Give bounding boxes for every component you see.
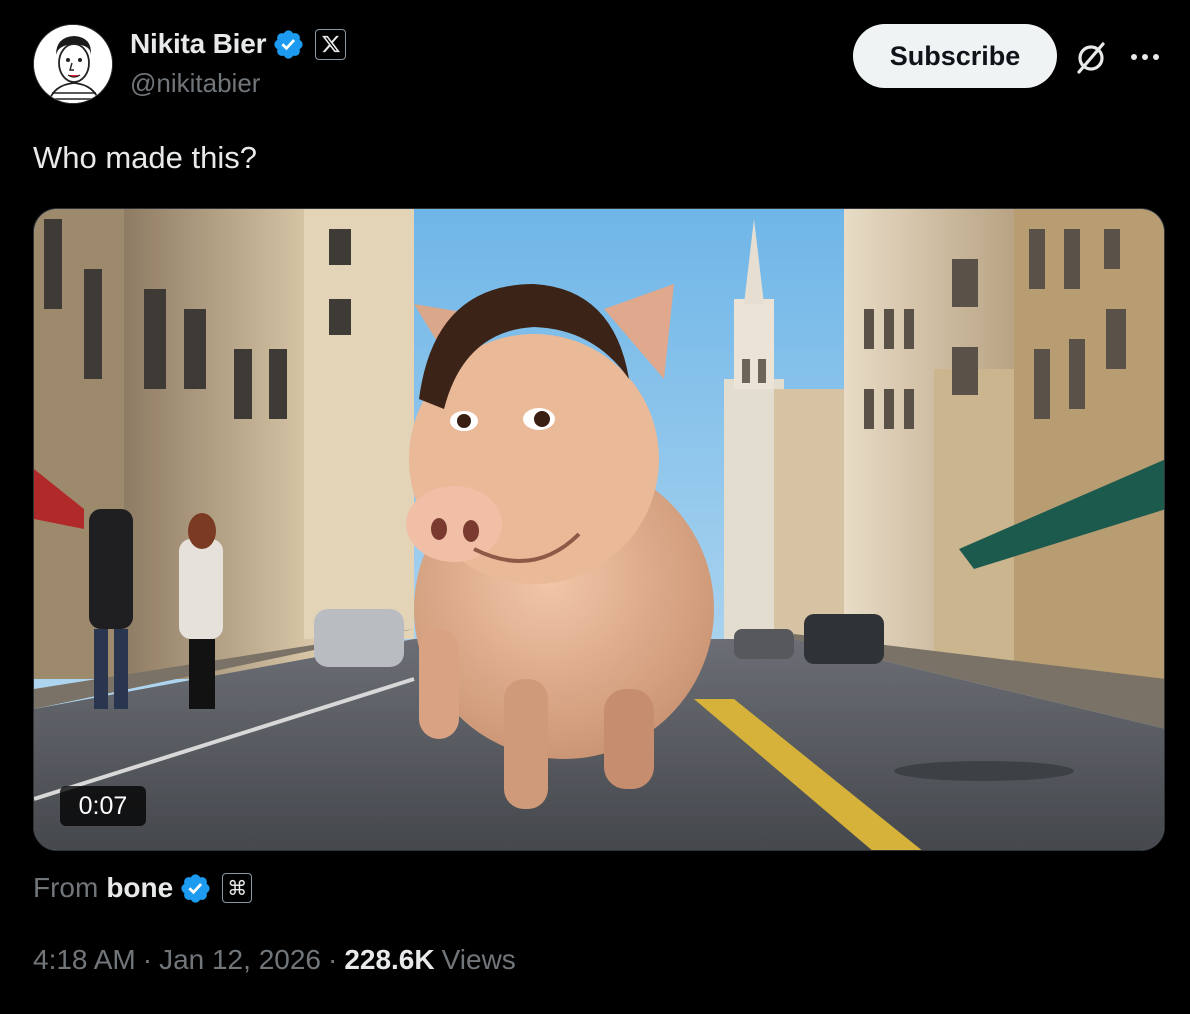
tweet-meta: 4:18 AM · Jan 12, 2026 · 228.6K Views xyxy=(33,944,516,976)
verified-badge-icon[interactable] xyxy=(179,872,212,905)
tweet-date[interactable]: Jan 12, 2026 xyxy=(159,944,321,976)
video-thumbnail xyxy=(34,209,1164,850)
source-name[interactable]: bone xyxy=(106,872,173,904)
more-icon[interactable] xyxy=(1128,42,1162,72)
author-handle[interactable]: @nikitabier xyxy=(130,68,346,99)
source-attribution: From bone ⌘ xyxy=(33,868,253,908)
video-duration: 0:07 xyxy=(60,786,146,826)
views-count[interactable]: 228.6K xyxy=(344,944,434,976)
grok-icon[interactable] xyxy=(1073,40,1109,76)
tweet: Nikita Bier @nikitabier Subscribe Who ma… xyxy=(0,0,1190,1014)
more-dots-glyph xyxy=(1131,54,1159,60)
tweet-time[interactable]: 4:18 AM xyxy=(33,944,136,976)
name-row: Nikita Bier xyxy=(130,26,347,62)
verified-badge-icon[interactable] xyxy=(272,28,305,61)
tweet-text: Who made this? xyxy=(33,140,257,175)
avatar-illustration xyxy=(34,25,112,103)
subscribe-button[interactable]: Subscribe xyxy=(853,24,1057,88)
x-logo-icon[interactable] xyxy=(315,28,347,60)
avatar[interactable] xyxy=(33,24,113,104)
views-label: Views xyxy=(441,944,516,975)
author-block: Nikita Bier @nikitabier xyxy=(130,26,347,99)
x-logo-glyph xyxy=(321,35,340,53)
author-name[interactable]: Nikita Bier xyxy=(130,28,266,60)
video-player[interactable] xyxy=(33,208,1165,851)
command-icon[interactable]: ⌘ xyxy=(222,873,253,903)
from-label: From xyxy=(33,872,99,903)
separator-dot: · xyxy=(327,944,338,975)
separator-dot: · xyxy=(142,944,153,975)
